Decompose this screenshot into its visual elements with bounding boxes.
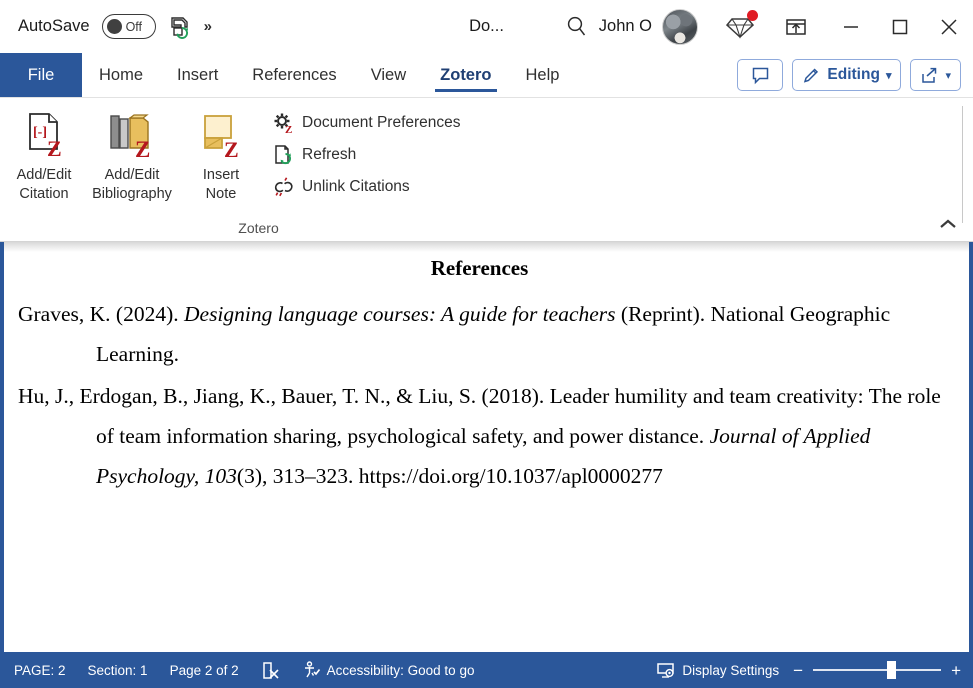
tab-view[interactable]: View — [354, 53, 423, 97]
ribbon-actions: Editing ▾ ▾ — [737, 53, 973, 97]
unlink-citations-icon — [274, 177, 293, 197]
tab-zotero[interactable]: Zotero — [423, 53, 508, 97]
tab-label: Help — [525, 65, 560, 84]
zoom-in-button[interactable]: + — [951, 662, 961, 679]
add-edit-citation-icon: [-] Z — [29, 113, 62, 161]
autosave-knob — [106, 19, 122, 34]
display-settings-label: Display Settings — [682, 662, 780, 678]
tab-insert[interactable]: Insert — [160, 53, 235, 97]
autosave-toggle[interactable]: Off — [101, 14, 156, 39]
svg-text:Z: Z — [47, 136, 62, 161]
document-preferences-command[interactable]: Z Document Preferences — [273, 110, 461, 136]
search-icon[interactable] — [555, 0, 599, 53]
more-commands-chevron[interactable]: » — [204, 18, 212, 35]
command-label: Unlink Citations — [302, 178, 410, 195]
tab-label: References — [252, 65, 337, 84]
comment-button[interactable] — [737, 59, 784, 91]
word-window: AutoSave Off » Do... John O File Home In… — [0, 0, 973, 688]
close-icon[interactable] — [924, 0, 973, 53]
page-indicator[interactable]: PAGE: 2 — [14, 663, 66, 678]
tab-label: Insert — [177, 65, 219, 84]
svg-text:Z: Z — [224, 137, 239, 162]
tab-file[interactable]: File — [0, 53, 82, 97]
button-label: Add/Edit Citation — [16, 167, 72, 203]
zoom-slider[interactable]: − + — [793, 661, 961, 679]
document-preferences-icon: Z — [274, 113, 292, 134]
refresh-icon — [275, 145, 291, 165]
insert-note-icon: Z — [204, 115, 239, 162]
reference-entry: Graves, K. (2024). Designing language co… — [18, 295, 941, 375]
insert-note-button[interactable]: Z Insert Note — [177, 105, 265, 204]
diamond-icon[interactable] — [720, 7, 760, 47]
title-bar-left: AutoSave Off » — [0, 14, 212, 39]
share-up-icon[interactable] — [776, 0, 816, 53]
document-page[interactable]: References Graves, K. (2024). Designing … — [4, 242, 969, 497]
tab-label: Zotero — [440, 65, 492, 84]
tab-label: Home — [99, 65, 144, 84]
autosave-label: AutoSave — [18, 17, 90, 35]
status-bar: PAGE: 2 Section: 1 Page 2 of 2 Accessibi… — [0, 652, 973, 688]
button-label: Insert Note — [202, 167, 240, 203]
tab-references[interactable]: References — [235, 53, 353, 97]
active-tab-underline — [435, 89, 497, 92]
display-settings-button[interactable]: Display Settings — [656, 661, 779, 680]
zoom-out-button[interactable]: − — [793, 662, 803, 679]
account-name[interactable]: John O — [599, 17, 652, 36]
tab-home[interactable]: Home — [82, 53, 160, 97]
ribbon-group-label: Zotero — [238, 220, 279, 236]
svg-text:Z: Z — [135, 137, 150, 162]
reference-entry: Hu, J., Erdogan, B., Jiang, K., Bauer, T… — [18, 377, 941, 497]
collapse-ribbon-button[interactable] — [933, 211, 963, 237]
references-heading: References — [430, 256, 529, 280]
title-bar-right: John O — [555, 0, 973, 53]
section-indicator[interactable]: Section: 1 — [88, 663, 148, 678]
avatar[interactable] — [662, 8, 698, 45]
chevron-down-icon: ▾ — [885, 69, 892, 82]
tab-help[interactable]: Help — [509, 53, 577, 97]
accessibility-status[interactable]: Accessibility: Good to go — [302, 660, 475, 680]
title-bar: AutoSave Off » Do... John O — [0, 0, 973, 53]
collapse-ribbon-chevron — [940, 219, 956, 228]
status-bar-right: Display Settings − + — [656, 661, 961, 680]
zoom-thumb[interactable] — [887, 661, 897, 679]
unlink-citations-command[interactable]: Unlink Citations — [273, 174, 461, 200]
chevron-down-icon: ▾ — [945, 69, 951, 82]
reference-text: Hu, J., Erdogan, B., Jiang, K., Bauer, T… — [18, 383, 941, 488]
ribbon-tab-row: File Home Insert References View Zotero … — [0, 53, 973, 98]
accessibility-icon — [304, 660, 320, 677]
accessibility-label: Accessibility: Good to go — [326, 662, 475, 678]
editing-mode-dropdown[interactable]: Editing ▾ — [792, 59, 902, 91]
add-edit-citation-button[interactable]: [-] Z Add/Edit Citation — [0, 105, 88, 204]
share-icon — [922, 67, 937, 83]
refresh-command[interactable]: Refresh — [273, 142, 461, 168]
canvas-top-shadow — [4, 242, 969, 252]
reference-text: Graves, K. (2024). Designing language co… — [18, 302, 891, 366]
maximize-icon[interactable] — [875, 0, 924, 53]
editing-label: Editing — [827, 66, 880, 83]
add-edit-bibliography-icon: Z — [110, 114, 150, 162]
add-edit-bibliography-button[interactable]: Z Add/Edit Bibliography — [88, 105, 176, 204]
tab-label: View — [370, 65, 407, 84]
autosave-state-label: Off — [125, 19, 143, 34]
page-break-icon[interactable] — [261, 661, 280, 680]
svg-text:Z: Z — [285, 124, 292, 134]
document-canvas[interactable]: References Graves, K. (2024). Designing … — [0, 242, 973, 652]
button-label: Add/Edit Bibliography — [92, 167, 172, 203]
svg-text:[-]: [-] — [33, 125, 47, 140]
page-count[interactable]: Page 2 of 2 — [170, 663, 239, 678]
share-dropdown[interactable]: ▾ — [910, 59, 961, 91]
display-settings-icon — [657, 662, 675, 678]
command-label: Refresh — [302, 146, 357, 163]
minimize-icon[interactable] — [826, 0, 875, 53]
command-label: Document Preferences — [302, 114, 461, 131]
ribbon-zotero-group: [-] Z Add/Edit Citation Z Add/Edit Bibliog… — [0, 98, 973, 242]
pencil-icon — [804, 67, 819, 83]
notification-badge — [747, 9, 758, 21]
save-sync-icon[interactable] — [168, 15, 192, 39]
zoom-track[interactable] — [813, 661, 942, 679]
